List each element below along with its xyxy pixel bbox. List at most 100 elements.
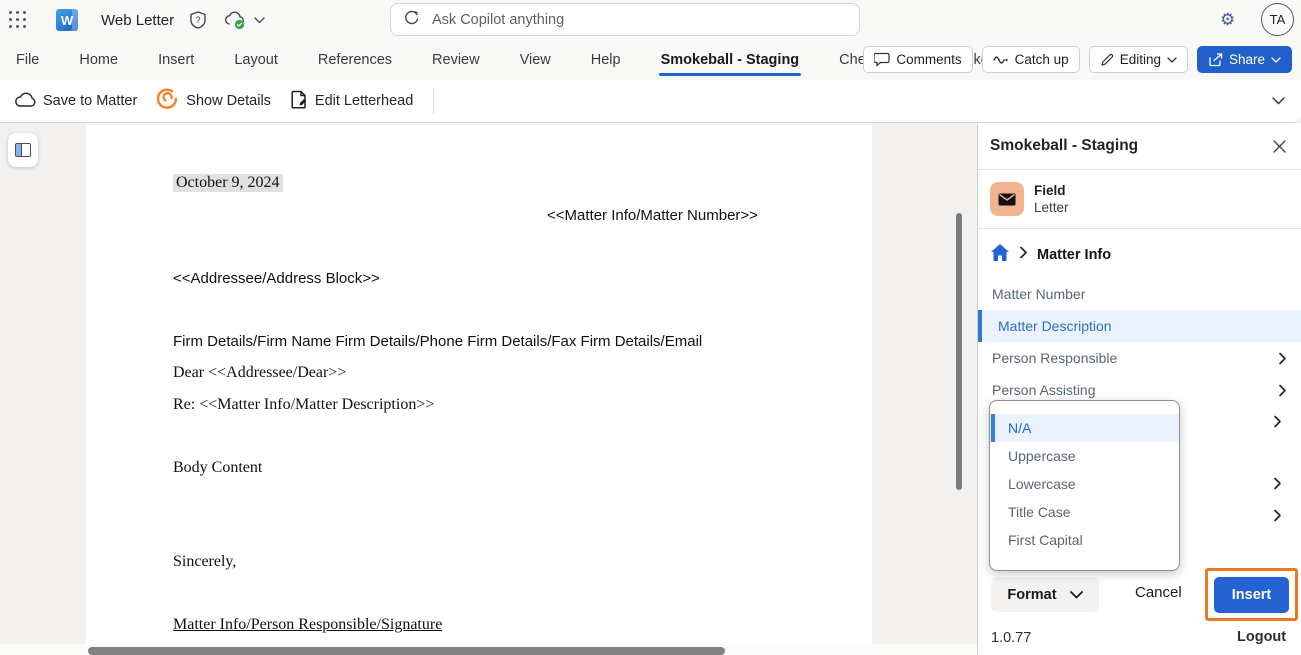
- chevron-right-icon[interactable]: [1273, 415, 1282, 428]
- save-to-matter-button[interactable]: Save to Matter: [14, 91, 137, 112]
- list-item-person-responsible[interactable]: Person Responsible: [978, 342, 1301, 374]
- comments-label: Comments: [896, 52, 961, 67]
- top-bar: W Web Letter ? ⚙ TA: [0, 0, 1301, 40]
- pencil-icon: [1100, 53, 1114, 67]
- tab-view[interactable]: View: [520, 48, 551, 72]
- cloud-icon: [14, 91, 36, 112]
- panel-header: Smokeball - Staging: [978, 123, 1301, 170]
- horizontal-scrollbar-thumb[interactable]: [88, 647, 725, 655]
- word-logo-icon: W: [56, 9, 78, 31]
- chevron-right-icon: [1278, 352, 1287, 365]
- close-icon[interactable]: [1272, 139, 1287, 154]
- field-type-card[interactable]: Field Letter: [978, 170, 1301, 229]
- activity-wave-icon: [993, 54, 1009, 66]
- share-button[interactable]: Share: [1197, 46, 1292, 73]
- app-launcher-icon[interactable]: [9, 11, 27, 29]
- chevron-right-icon[interactable]: [1273, 477, 1282, 490]
- autosave-chevron-icon[interactable]: [254, 17, 265, 24]
- field-type-text: Field Letter: [1034, 183, 1069, 215]
- format-chevron-icon: [1070, 586, 1083, 604]
- copilot-search-bar[interactable]: [390, 3, 860, 36]
- doc-re-line[interactable]: Re: <<Matter Info/Matter Description>>: [173, 396, 434, 414]
- doc-matter-number-field[interactable]: <<Matter Info/Matter Number>>: [547, 207, 758, 224]
- logout-button[interactable]: Logout: [1237, 629, 1286, 645]
- settings-gear-icon[interactable]: ⚙: [1220, 9, 1235, 30]
- side-pane-icon: [15, 143, 31, 157]
- save-to-matter-label: Save to Matter: [43, 93, 137, 109]
- editing-mode-button[interactable]: Editing: [1089, 46, 1188, 73]
- document-title[interactable]: Web Letter: [101, 12, 174, 29]
- show-details-label: Show Details: [186, 93, 271, 109]
- dropdown-option-title-case[interactable]: Title Case: [990, 498, 1179, 526]
- privacy-shield-icon[interactable]: ?: [188, 10, 208, 30]
- tab-file[interactable]: File: [16, 48, 39, 72]
- tab-help[interactable]: Help: [591, 48, 621, 72]
- svg-text:?: ?: [196, 15, 201, 25]
- edit-letterhead-label: Edit Letterhead: [315, 93, 413, 109]
- format-button[interactable]: Format: [991, 577, 1099, 612]
- editing-chevron-icon: [1167, 57, 1177, 63]
- comments-button[interactable]: Comments: [863, 46, 972, 73]
- content-area: October 9, 2024 <<Matter Info/Matter Num…: [0, 123, 1301, 655]
- doc-body-content[interactable]: Body Content: [173, 459, 262, 477]
- document-page[interactable]: October 9, 2024 <<Matter Info/Matter Num…: [86, 125, 872, 646]
- catch-up-label: Catch up: [1015, 52, 1069, 67]
- chevron-right-icon[interactable]: [1273, 509, 1282, 522]
- share-label: Share: [1229, 52, 1265, 67]
- dropdown-option-uppercase[interactable]: Uppercase: [990, 442, 1179, 470]
- catch-up-button[interactable]: Catch up: [982, 46, 1080, 73]
- dropdown-option-first-capital[interactable]: First Capital: [990, 526, 1179, 554]
- copilot-icon: [403, 9, 420, 31]
- format-label: Format: [1007, 587, 1056, 603]
- toolbar-collapse-chevron-icon[interactable]: [1272, 93, 1285, 109]
- list-item-matter-description[interactable]: Matter Description: [978, 310, 1301, 342]
- panel-title: Smokeball - Staging: [990, 137, 1138, 155]
- smokeball-task-pane: Smokeball - Staging Field Letter Matter …: [977, 123, 1301, 655]
- breadcrumb-chevron-icon: [1019, 246, 1028, 264]
- ribbon-actions: Comments Catch up Editing Share: [863, 46, 1292, 73]
- edit-document-icon: [291, 90, 308, 113]
- field-list: Matter Number Matter Description Person …: [978, 278, 1301, 406]
- account-avatar[interactable]: TA: [1261, 3, 1294, 36]
- tab-insert[interactable]: Insert: [158, 48, 194, 72]
- insert-button[interactable]: Insert: [1214, 577, 1289, 613]
- breadcrumb[interactable]: Matter Info: [978, 229, 1301, 278]
- doc-address-block-field[interactable]: <<Addressee/Address Block>>: [173, 270, 380, 287]
- home-icon[interactable]: [990, 243, 1010, 267]
- list-item-label: Person Assisting: [992, 382, 1096, 398]
- addin-toolbar: Save to Matter Show Details Edit Letterh…: [0, 80, 1301, 123]
- search-input[interactable]: [432, 12, 847, 28]
- list-item-label: Person Responsible: [992, 350, 1117, 366]
- dropdown-option-lowercase[interactable]: Lowercase: [990, 470, 1179, 498]
- doc-dear-line[interactable]: Dear <<Addressee/Dear>>: [173, 364, 346, 382]
- tab-layout[interactable]: Layout: [234, 48, 278, 72]
- editing-label: Editing: [1120, 52, 1161, 67]
- doc-date[interactable]: October 9, 2024: [173, 174, 283, 192]
- field-type-title: Field: [1034, 183, 1069, 198]
- share-icon: [1208, 53, 1223, 67]
- cancel-button[interactable]: Cancel: [1135, 584, 1182, 601]
- smokeball-swirl-icon: [157, 88, 179, 114]
- edit-letterhead-button[interactable]: Edit Letterhead: [291, 90, 413, 113]
- comment-icon: [874, 52, 890, 67]
- tab-review[interactable]: Review: [432, 48, 480, 72]
- share-chevron-icon: [1271, 57, 1281, 63]
- format-dropdown-menu: N/A Uppercase Lowercase Title Case First…: [989, 400, 1180, 571]
- show-details-button[interactable]: Show Details: [157, 88, 271, 114]
- list-item-label: Matter Number: [992, 286, 1085, 302]
- tab-home[interactable]: Home: [79, 48, 118, 72]
- ribbon-tab-row: File Home Insert Layout References Revie…: [0, 40, 1301, 80]
- doc-firm-details-line[interactable]: Firm Details/Firm Name Firm Details/Phon…: [173, 333, 702, 350]
- autosave-cloud-icon[interactable]: [222, 9, 248, 31]
- vertical-scrollbar-thumb[interactable]: [956, 213, 962, 490]
- version-label: 1.0.77: [991, 630, 1031, 646]
- breadcrumb-label[interactable]: Matter Info: [1037, 247, 1111, 263]
- doc-signature-field[interactable]: Matter Info/Person Responsible/Signature: [173, 616, 442, 634]
- dropdown-option-na[interactable]: N/A: [990, 414, 1179, 442]
- chevron-right-icon: [1278, 384, 1287, 397]
- navigation-pane-toggle-button[interactable]: [8, 133, 38, 167]
- tab-references[interactable]: References: [318, 48, 392, 72]
- tab-smokeball-staging[interactable]: Smokeball - Staging: [661, 48, 800, 72]
- list-item-matter-number[interactable]: Matter Number: [978, 278, 1301, 310]
- doc-closing-line[interactable]: Sincerely,: [173, 553, 236, 571]
